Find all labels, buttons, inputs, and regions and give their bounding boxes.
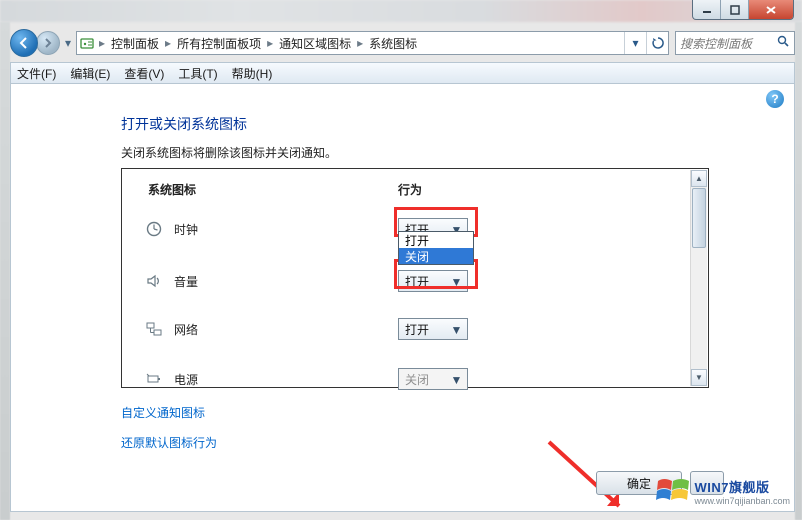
forward-button[interactable] [36,31,60,55]
back-button[interactable] [10,29,38,57]
row-label: 时钟 [174,221,198,238]
control-panel-icon [77,36,97,50]
row-network: 网络 打开▼ [142,309,686,349]
dropdown-network[interactable]: 打开▼ [398,318,468,340]
address-dropdown-button[interactable]: ▾ [624,32,646,54]
menu-view[interactable]: 查看(V) [124,65,164,82]
search-icon [777,35,790,51]
volume-icon [142,271,166,291]
breadcrumb-item[interactable]: 通知区域图标 [275,35,355,52]
scroll-thumb[interactable] [692,188,706,248]
search-input[interactable]: 搜索控制面板 [675,31,795,55]
watermark-url: www.win7qijianban.com [694,496,790,506]
breadcrumb-separator: ▸ [265,36,275,50]
menu-tools[interactable]: 工具(T) [178,65,217,82]
menu-help[interactable]: 帮助(H) [232,65,273,82]
menu-edit[interactable]: 编辑(E) [70,65,110,82]
column-header-icon: 系统图标 [148,181,196,198]
address-bar[interactable]: ▸ 控制面板 ▸ 所有控制面板项 ▸ 通知区域图标 ▸ 系统图标 ▾ [76,31,669,55]
link-restore-defaults[interactable]: 还原默认图标行为 [121,434,217,451]
breadcrumb-item[interactable]: 所有控制面板项 [173,35,265,52]
breadcrumb-separator: ▸ [97,36,107,50]
page-title: 打开或关闭系统图标 [121,114,247,134]
menu-bar: 文件(F) 编辑(E) 查看(V) 工具(T) 帮助(H) [10,62,795,84]
page-subtext: 关闭系统图标将删除该图标并关闭通知。 [121,144,337,161]
breadcrumb-item[interactable]: 控制面板 [107,35,163,52]
row-label: 网络 [174,321,198,338]
network-icon [142,319,166,339]
system-icons-list: 系统图标 行为 时钟 打开▼ 音量 打开▼ 网络 打开▼ 电源 关闭▼ 打开 [121,168,709,388]
minimize-button[interactable] [693,0,721,19]
watermark-title: WIN7旗舰版 [694,477,790,496]
dropdown-menu-open[interactable]: 打开 关闭 [398,231,474,265]
close-button[interactable] [749,0,793,19]
help-icon[interactable]: ? [766,90,784,108]
row-label: 电源 [174,371,198,388]
chevron-down-icon: ▼ [449,372,464,387]
content-pane: ? 打开或关闭系统图标 关闭系统图标将删除该图标并关闭通知。 系统图标 行为 时… [10,84,795,512]
watermark: WIN7旗舰版 www.win7qijianban.com [656,475,790,507]
nav-history-dropdown[interactable]: ▾ [62,33,74,53]
link-customize-icons[interactable]: 自定义通知图标 [121,404,205,421]
scroll-up-button[interactable]: ▲ [691,170,707,187]
dropdown-option-off[interactable]: 关闭 [399,248,473,264]
navigation-bar: ▾ ▸ 控制面板 ▸ 所有控制面板项 ▸ 通知区域图标 ▸ 系统图标 ▾ 搜索控… [10,28,795,58]
clock-icon [142,219,166,239]
window-caption-buttons [692,0,794,20]
menu-file[interactable]: 文件(F) [17,65,56,82]
scrollbar[interactable]: ▲ ▼ [690,170,707,386]
row-volume: 音量 打开▼ [142,261,686,301]
scroll-down-button[interactable]: ▼ [691,369,707,386]
chevron-down-icon: ▼ [449,322,464,337]
row-power: 电源 关闭▼ [142,359,686,399]
breadcrumb-item[interactable]: 系统图标 [365,35,421,52]
column-header-behavior: 行为 [398,181,422,198]
chevron-down-icon: ▼ [449,274,464,289]
refresh-button[interactable] [646,32,668,54]
windows-logo-icon [656,475,690,507]
breadcrumb-separator: ▸ [163,36,173,50]
search-placeholder: 搜索控制面板 [680,35,752,52]
breadcrumb-separator: ▸ [355,36,365,50]
dropdown-volume[interactable]: 打开▼ [398,270,468,292]
dropdown-power: 关闭▼ [398,368,468,390]
row-label: 音量 [174,273,198,290]
dropdown-option-on[interactable]: 打开 [399,232,473,248]
power-icon [142,369,166,389]
maximize-button[interactable] [721,0,749,19]
